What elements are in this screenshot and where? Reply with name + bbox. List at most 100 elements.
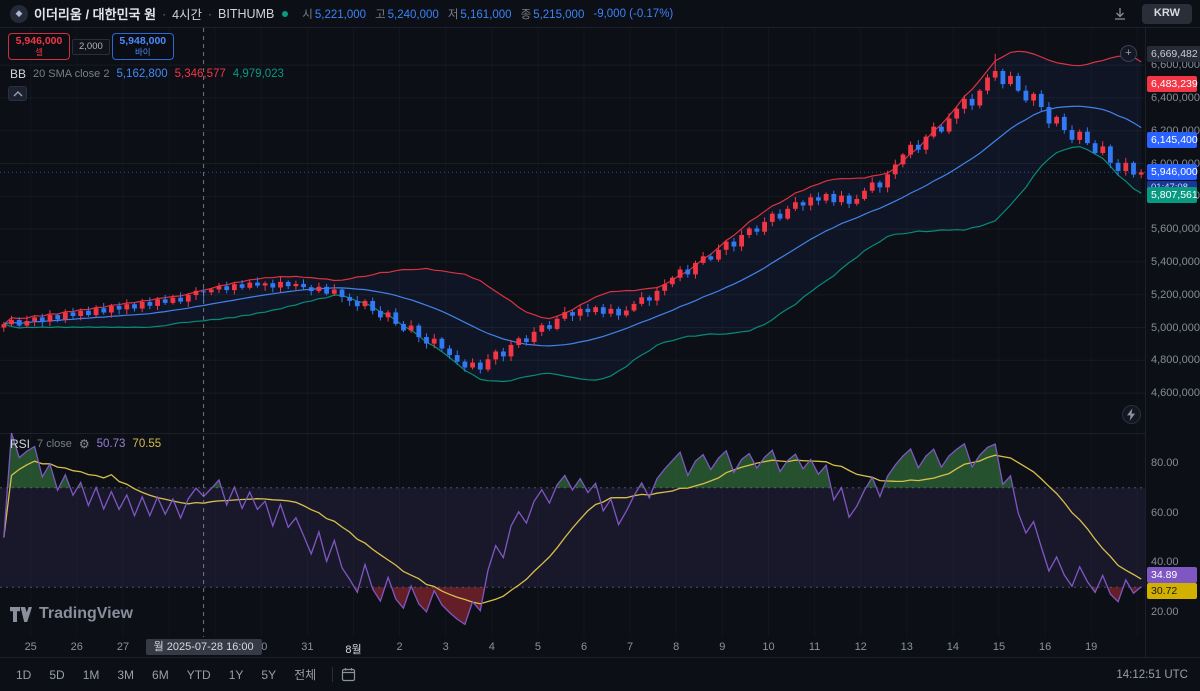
lightning-icon[interactable]	[1122, 405, 1141, 424]
sell-price: 5,946,000	[16, 36, 63, 48]
symbol-name[interactable]: 이더리움 / 대한민국 원	[34, 4, 156, 23]
range-button-3m[interactable]: 3M	[109, 665, 142, 685]
price-tick-label: 5,000,000	[1151, 322, 1200, 334]
range-button-전체[interactable]: 전체	[286, 663, 324, 686]
time-axis-label: 27	[117, 641, 129, 653]
change-value: -9,000 (-0.17%)	[593, 8, 673, 20]
range-button-5d[interactable]: 5D	[41, 665, 72, 685]
ethereum-logo-icon: ◆	[10, 5, 28, 23]
utc-clock[interactable]: 14:12:51 UTC	[1116, 669, 1192, 681]
price-tick-label: 5,600,000	[1151, 223, 1200, 235]
time-axis-label: 19	[1085, 641, 1097, 653]
price-tick-label: 4,600,000	[1151, 387, 1200, 399]
price-level-badge: 6,145,400	[1147, 132, 1197, 148]
time-axis-label: 8월	[345, 641, 361, 657]
buy-price: 5,948,000	[119, 36, 166, 48]
time-axis-label: 16	[1039, 641, 1051, 653]
price-level-badge: 5,807,561	[1147, 187, 1197, 203]
ohlc-item: 종5,215,000	[521, 6, 585, 22]
header-right-tools: KRW	[1112, 0, 1192, 28]
rsi-tick-label: 80.00	[1151, 457, 1179, 469]
price-tick-label: 4,800,000	[1151, 354, 1200, 366]
time-axis-label: 14	[947, 641, 959, 653]
top-toolbar: ◆ 이더리움 / 대한민국 원 · 4시간 · BITHUMB 시5,221,0…	[0, 0, 1200, 28]
ohlc-values: 시5,221,000고5,240,000저5,161,000종5,215,000	[302, 6, 584, 22]
range-button-ytd[interactable]: YTD	[179, 665, 219, 685]
time-axis-label: 12	[855, 641, 867, 653]
bb-legend: BB 20 SMA close 2 5,162,800 5,346,577 4,…	[10, 67, 284, 81]
rsi-value-badge: 30.72	[1147, 583, 1197, 599]
time-axis-label: 5	[535, 641, 541, 653]
rsi-value-badge: 34.89	[1147, 567, 1197, 583]
time-axis-label: 8	[673, 641, 679, 653]
price-tick-label: 6,400,000	[1151, 92, 1200, 104]
buy-button[interactable]: 5,948,000 바이	[112, 33, 174, 60]
time-axis-label: 31	[301, 641, 313, 653]
bb-lower-value: 4,979,023	[233, 68, 284, 80]
range-high-label: 6,669,482	[1147, 46, 1200, 62]
trade-widget: 5,946,000 셀 2,000 5,948,000 바이	[8, 33, 174, 60]
range-button-5y[interactable]: 5Y	[253, 665, 284, 685]
time-axis-label: 4	[489, 641, 495, 653]
buy-label: 바이	[135, 48, 151, 57]
time-axis-label: 25	[25, 641, 37, 653]
chart-canvas[interactable]	[0, 0, 1200, 691]
tradingview-chart-app: ◆ 이더리움 / 대한민국 원 · 4시간 · BITHUMB 시5,221,0…	[0, 0, 1200, 691]
gear-icon[interactable]: ⚙	[79, 437, 90, 451]
sell-button[interactable]: 5,946,000 셀	[8, 33, 70, 60]
bb-params: 20 SMA close 2	[33, 68, 109, 80]
ohlc-item: 고5,240,000	[375, 6, 439, 22]
rsi-indicator	[0, 433, 1145, 637]
time-axis-label: 13	[901, 641, 913, 653]
time-axis-label: 26	[71, 641, 83, 653]
rsi-params: 7 close	[37, 438, 72, 450]
bottom-toolbar: 1D5D1M3M6MYTD1Y5Y전체 14:12:51 UTC	[0, 657, 1200, 691]
go-to-date-icon[interactable]	[341, 667, 356, 682]
time-axis-label: 3	[443, 641, 449, 653]
symbol-info[interactable]: ◆ 이더리움 / 대한민국 원 · 4시간 · BITHUMB	[10, 4, 288, 23]
separator-dot: ·	[208, 7, 212, 21]
collapse-pane-button[interactable]	[8, 86, 27, 101]
toolbar-divider	[332, 667, 333, 682]
bb-basis-value: 5,162,800	[116, 68, 167, 80]
bb-upper-value: 5,346,577	[175, 68, 226, 80]
spread-value: 2,000	[72, 39, 110, 55]
pane-separator[interactable]	[0, 433, 1145, 434]
range-button-6m[interactable]: 6M	[144, 665, 177, 685]
time-axis-label: 10	[762, 641, 774, 653]
tradingview-watermark[interactable]: TradingView	[10, 605, 133, 623]
range-buttons: 1D5D1M3M6MYTD1Y5Y전체	[8, 663, 324, 686]
sell-label: 셀	[35, 48, 43, 57]
rsi-tick-label: 60.00	[1151, 507, 1179, 519]
range-button-1y[interactable]: 1Y	[221, 665, 252, 685]
time-axis-label: 6	[581, 641, 587, 653]
rsi-value: 50.73	[97, 438, 126, 450]
bb-indicator-name[interactable]: BB	[10, 67, 26, 81]
chevron-up-icon	[13, 91, 23, 97]
interval-button[interactable]: 4시간	[172, 4, 202, 23]
tradingview-logo-icon	[10, 607, 32, 622]
time-axis-label: 9	[719, 641, 725, 653]
rsi-indicator-name[interactable]: RSI	[10, 437, 30, 451]
download-arrow-icon[interactable]	[1112, 6, 1128, 22]
price-axis-border	[1145, 28, 1146, 657]
exchange-name: BITHUMB	[218, 7, 274, 21]
separator-dot: ·	[162, 7, 166, 21]
price-level-badge: 6,483,239	[1147, 76, 1197, 92]
last-price-badge: 5,946,000	[1147, 164, 1197, 180]
add-alert-plus-icon[interactable]: +	[1120, 45, 1137, 62]
range-button-1m[interactable]: 1M	[75, 665, 108, 685]
time-axis-label: 2	[397, 641, 403, 653]
rsi-ma-value: 70.55	[132, 438, 161, 450]
rsi-legend: RSI 7 close ⚙ 50.73 70.55	[10, 437, 161, 451]
rsi-tick-label: 20.00	[1151, 606, 1179, 618]
market-status-dot	[282, 11, 288, 17]
currency-selector[interactable]: KRW	[1142, 4, 1192, 23]
watermark-text: TradingView	[39, 605, 133, 623]
ohlc-item: 저5,161,000	[448, 6, 512, 22]
time-axis-label: 11	[809, 641, 820, 653]
crosshair-date-label: 월 2025-07-28 16:00	[146, 639, 262, 655]
time-axis-label: 7	[627, 641, 633, 653]
price-tick-label: 5,400,000	[1151, 256, 1200, 268]
range-button-1d[interactable]: 1D	[8, 665, 39, 685]
